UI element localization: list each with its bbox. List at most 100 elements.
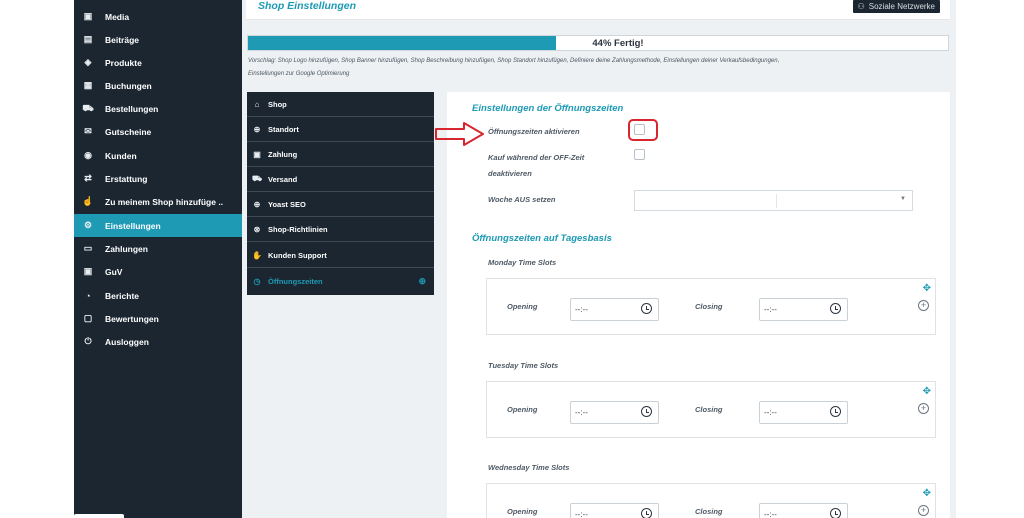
closing-label: Closing [695,302,723,311]
tab-shop[interactable]: ⌂ Shop [247,92,434,117]
tab-kunden-support[interactable]: ✋ Kunden Support [247,243,434,268]
sidebar-bottom-tab [74,514,124,518]
disable-offtime-purchase-checkbox[interactable] [634,149,645,160]
time-placeholder: --:-- [575,305,588,314]
sidebar-item-berichte[interactable]: ◔ Berichte [74,284,242,307]
pie-chart-icon: ◔ [85,290,91,301]
gears-icon: ⚙ [83,220,93,230]
tab-standort[interactable]: ⊕ Standort [247,117,434,142]
tuesday-closing-time-input[interactable]: --:-- [759,401,848,424]
tuesday-opening-time-input[interactable]: --:-- [570,401,659,424]
opening-hours-panel: Einstellungen der Öffnungszeiten Öffnung… [447,92,950,518]
opening-label: Opening [507,405,538,414]
sidebar-item-label: Berichte [105,290,140,301]
red-arrow-annotation [435,122,484,146]
globe-icon: ⊕ [253,124,261,134]
clock-icon: ◷ [253,277,261,286]
section-title-daily: Öffnungszeiten auf Tagesbasis [472,233,612,244]
sidebar-item-gutscheine[interactable]: ✉ Gutscheine [74,120,242,143]
sidebar: ▣ Media ▤ Beiträge ◈ Produkte ▦ Buchungen ⛟ B… [74,0,242,518]
sidebar-item-add-to-shop[interactable]: ☝ Zu meinem Shop hinzufüge .. [74,190,242,213]
bag-icon: ⌂ [254,99,260,109]
globe-icon: ⊕ [253,199,261,209]
gift-icon: ✉ [84,126,92,136]
tab-yoast-seo[interactable]: ⊕ Yoast SEO [247,192,434,217]
offtime-label-line2: deaktivieren [488,169,532,178]
time-placeholder: --:-- [764,305,777,314]
closing-label: Closing [695,507,723,516]
truck-icon: ⛟ [251,174,263,183]
sidebar-item-label: Media [105,11,130,22]
refund-icon: ⇄ [84,173,92,183]
wednesday-opening-time-input[interactable]: --:-- [570,503,659,518]
money-icon: ▣ [83,266,93,276]
clock-icon [641,406,652,417]
sidebar-item-guv[interactable]: ▣ GuV [74,260,242,283]
add-slot-icon[interactable]: + [918,300,929,311]
tab-label: Zahlung [268,149,298,159]
box-icon: ◈ [84,57,92,67]
tab-label: Standort [268,124,299,134]
progress-label: 44% Fertig! [592,37,644,49]
opening-label: Opening [507,302,538,311]
hand-pointer-icon: ☝ [82,196,94,206]
enable-opening-hours-label: Öffnungszeiten aktivieren [488,127,580,136]
calendar-icon: ▦ [83,80,93,90]
week-off-select[interactable]: ▼ [634,190,913,211]
tab-label: Kunden Support [268,250,327,260]
suggestion-text: Vorschlag: Shop Logo hinzufügen, Shop Ba… [248,58,780,77]
monday-slot-row: Opening --:-- Closing --:-- ✥ + [486,278,936,335]
sidebar-item-beitraege[interactable]: ▤ Beiträge [74,28,242,51]
move-icon[interactable]: ✥ [923,488,931,499]
clock-icon [830,508,841,518]
wednesday-closing-time-input[interactable]: --:-- [759,503,848,518]
highlight-box [628,119,658,141]
sidebar-item-label: Kunden [105,150,137,161]
clock-icon [830,406,841,417]
main-area: Shop Einstellungen ⚇ Soziale Netzwerke 4… [242,0,956,518]
tab-zahlung[interactable]: ▣ Zahlung [247,142,434,167]
sidebar-item-bewertungen[interactable]: ▢ Bewertungen [74,307,242,330]
sidebar-item-einstellungen[interactable]: ⚙ Einstellungen [74,214,242,237]
monday-slots-title: Monday Time Slots [488,258,557,267]
sidebar-item-bestellungen[interactable]: ⛟ Bestellungen [74,97,242,120]
sidebar-item-produkte[interactable]: ◈ Produkte [74,51,242,74]
monday-opening-time-input[interactable]: --:-- [570,298,659,321]
tab-versand[interactable]: ⛟ Versand [247,167,434,192]
tab-label: Öffnungszeiten [268,277,323,286]
settings-tabs: ⌂ Shop ⊕ Standort ▣ Zahlung ⛟ Versand ⊕ Yoast… [247,92,434,295]
header-card: Shop Einstellungen ⚇ Soziale Netzwerke [246,0,950,20]
sidebar-item-ausloggen[interactable]: ⏻ Ausloggen [74,330,242,353]
page: ▣ Media ▤ Beiträge ◈ Produkte ▦ Buchungen ⛟ B… [0,0,1024,518]
tab-shop-richtlinien[interactable]: ⊗ Shop-Richtlinien [247,217,434,242]
network-icon: ⚇ [857,2,865,11]
sidebar-item-zahlungen[interactable]: ▭ Zahlungen [74,237,242,260]
add-slot-icon[interactable]: + [918,403,929,414]
profile-progress-bar: 44% Fertig! [247,35,949,51]
sidebar-item-label: Zu meinem Shop hinzufüge .. [105,196,224,207]
chevron-down-icon: ▼ [900,196,906,202]
tab-oeffnungszeiten[interactable]: ◷ Öffnungszeiten ⊕ [247,269,434,294]
social-networks-button[interactable]: ⚇ Soziale Netzwerke [852,0,940,13]
move-icon[interactable]: ✥ [923,386,931,397]
move-icon[interactable]: ✥ [923,283,931,294]
time-placeholder: --:-- [764,408,777,417]
time-placeholder: --:-- [575,510,588,518]
add-slot-icon[interactable]: + [918,505,929,516]
week-off-label: Woche AUS setzen [488,195,556,204]
cart-icon: ⛟ [82,102,94,113]
wednesday-slots-title: Wednesday Time Slots [488,463,570,472]
sidebar-item-kunden[interactable]: ◉ Kunden [74,144,242,167]
sidebar-item-buchungen[interactable]: ▦ Buchungen [74,74,242,97]
time-placeholder: --:-- [764,510,777,518]
sidebar-item-erstattung[interactable]: ⇄ Erstattung [74,167,242,190]
tuesday-slots-title: Tuesday Time Slots [488,361,559,370]
sidebar-item-label: Bewertungen [105,313,159,324]
clock-icon [641,508,652,518]
image-icon: ▣ [83,11,93,21]
sidebar-item-media[interactable]: ▣ Media [74,5,242,28]
tuesday-slot-row: Opening --:-- Closing --:-- ✥ + [486,381,936,438]
monday-closing-time-input[interactable]: --:-- [759,298,848,321]
section-title-opening-settings: Einstellungen der Öffnungszeiten [472,103,624,114]
sidebar-item-label: Beiträge [105,34,140,45]
